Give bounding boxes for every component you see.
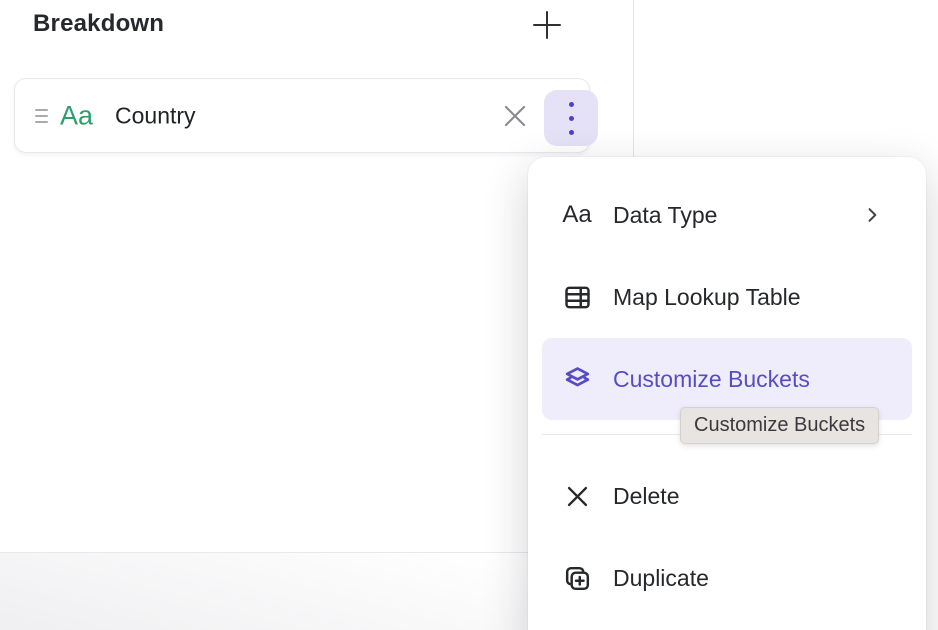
x-icon <box>560 483 594 510</box>
breakdown-field-card[interactable]: Aa Country <box>14 78 590 153</box>
menu-item-label: Delete <box>613 483 882 510</box>
field-context-menu: Aa Data Type Map Lookup Table <box>528 157 926 630</box>
breakdown-screen: Breakdown Aa Country <box>0 0 938 630</box>
close-icon <box>502 103 528 129</box>
tooltip: Customize Buckets <box>680 407 879 444</box>
menu-item-delete[interactable]: Delete <box>528 455 926 537</box>
table-icon <box>560 282 594 313</box>
menu-item-label: Data Type <box>613 202 862 229</box>
menu-item-label: Customize Buckets <box>613 366 882 393</box>
menu-item-label: Map Lookup Table <box>613 284 882 311</box>
chevron-right-icon <box>862 205 882 225</box>
kebab-menu-icon <box>569 102 574 135</box>
remove-field-button[interactable] <box>500 101 530 131</box>
menu-item-map-lookup-table[interactable]: Map Lookup Table <box>528 256 926 338</box>
panel-title: Breakdown <box>33 10 164 38</box>
menu-item-label: Duplicate <box>613 565 882 592</box>
text-type-icon: Aa <box>560 203 594 227</box>
menu-item-data-type[interactable]: Aa Data Type <box>528 174 926 256</box>
drag-handle-icon[interactable] <box>35 109 48 123</box>
plus-icon <box>532 10 562 40</box>
add-breakdown-button[interactable] <box>528 6 566 44</box>
menu-item-duplicate[interactable]: Duplicate <box>528 537 926 619</box>
stack-icon <box>560 364 594 395</box>
text-type-icon: Aa <box>60 102 93 129</box>
field-label: Country <box>115 102 196 129</box>
field-menu-button[interactable] <box>544 90 598 146</box>
breakdown-panel-header: Breakdown <box>0 0 633 60</box>
copy-plus-icon <box>560 563 594 594</box>
